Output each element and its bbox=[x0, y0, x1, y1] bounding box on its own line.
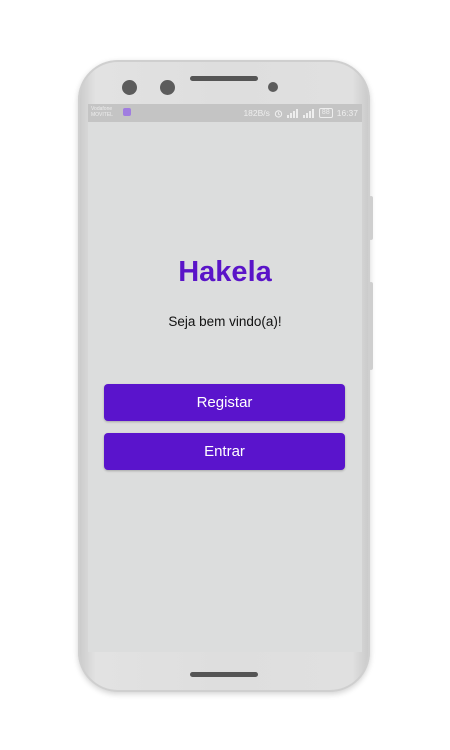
clock: 16:37 bbox=[336, 108, 358, 118]
notification-app-icon bbox=[123, 108, 131, 116]
signal-icon bbox=[286, 108, 299, 118]
volume-button bbox=[369, 196, 373, 240]
status-bar: Vodafone MOVITEL 182B/s 88 16:37 bbox=[88, 104, 362, 122]
earpiece-speaker bbox=[190, 76, 258, 81]
carrier-label: Vodafone MOVITEL bbox=[91, 106, 113, 118]
login-button[interactable]: Entrar bbox=[104, 433, 345, 470]
device-mockup: Vodafone MOVITEL 182B/s 88 16:37 Hakela … bbox=[0, 0, 450, 750]
front-camera-icon bbox=[122, 80, 137, 95]
bottom-speaker bbox=[190, 672, 258, 677]
app-screen: Vodafone MOVITEL 182B/s 88 16:37 Hakela … bbox=[88, 104, 362, 652]
app-title: Hakela bbox=[178, 256, 272, 288]
status-indicators: 182B/s 88 16:37 bbox=[243, 107, 358, 119]
welcome-message: Seja bem vindo(a)! bbox=[168, 314, 282, 329]
register-button[interactable]: Registar bbox=[104, 384, 345, 421]
front-sensor-icon bbox=[160, 80, 175, 95]
alarm-icon bbox=[274, 109, 283, 118]
proximity-sensor-icon bbox=[268, 82, 278, 92]
power-button bbox=[369, 282, 373, 370]
battery-icon: 88 bbox=[318, 108, 333, 118]
network-speed: 182B/s bbox=[243, 108, 270, 118]
signal-icon bbox=[302, 108, 315, 118]
